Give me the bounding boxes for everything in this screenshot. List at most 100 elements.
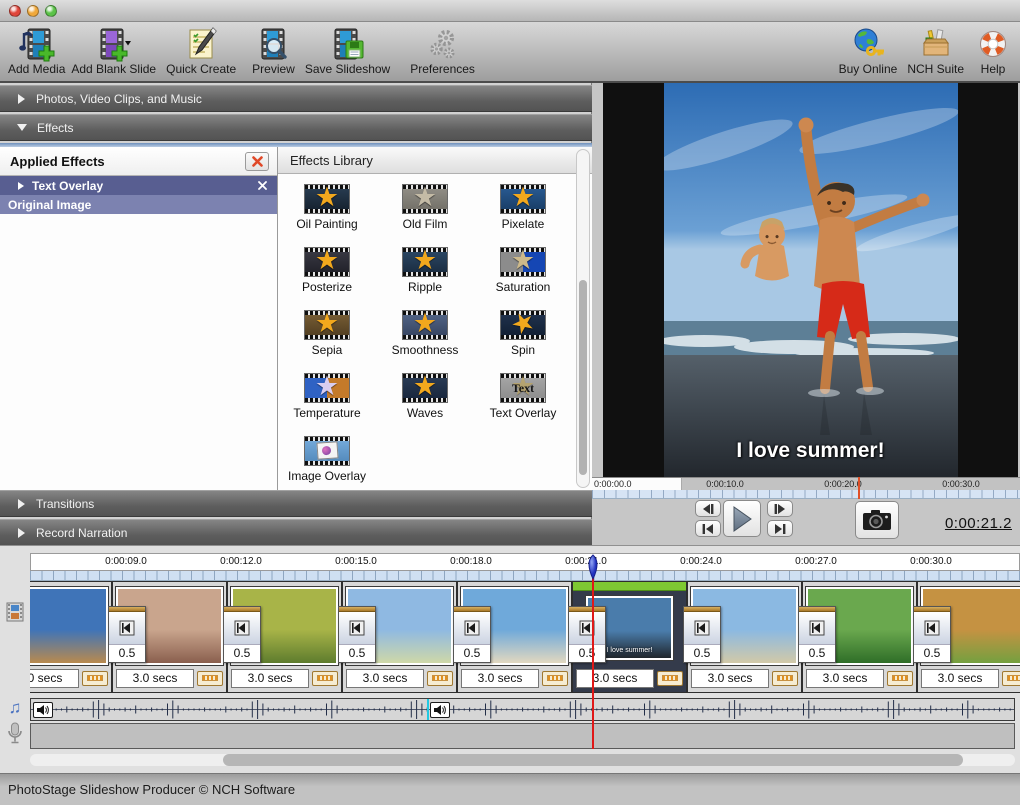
edit-duration-button[interactable] xyxy=(657,671,683,686)
slide-duration[interactable]: 3.0 secs xyxy=(30,669,79,688)
add-media-button[interactable]: Add Media xyxy=(8,25,65,76)
transition-4[interactable]: 0.5 xyxy=(453,606,491,663)
edit-duration-button[interactable] xyxy=(542,671,568,686)
transition-6[interactable]: 0.5 xyxy=(683,606,721,663)
help-button[interactable]: Help xyxy=(974,25,1012,76)
save-slideshow-button[interactable]: Save Slideshow xyxy=(305,25,390,76)
remove-effect-x-icon[interactable] xyxy=(258,179,267,193)
timeline-slide-1[interactable]: 3.0 secs xyxy=(30,581,112,693)
effect-ripple[interactable]: ★Ripple xyxy=(376,243,474,306)
section-transitions[interactable]: Transitions xyxy=(0,490,592,517)
transition-duration[interactable]: 0.5 xyxy=(684,644,720,661)
quick-create-button[interactable]: Quick Create xyxy=(166,25,236,76)
snapshot-button[interactable] xyxy=(855,501,899,539)
edit-duration-button[interactable] xyxy=(1002,671,1020,686)
edit-duration-button[interactable] xyxy=(887,671,913,686)
section-photos-video-music[interactable]: Photos, Video Clips, and Music xyxy=(0,85,592,112)
effect-pixelate[interactable]: ★Pixelate xyxy=(474,180,572,243)
next-frame-button[interactable] xyxy=(767,500,793,517)
buy-online-button[interactable]: Buy Online xyxy=(839,25,898,76)
effect-temperature[interactable]: ★Temperature xyxy=(278,369,376,432)
section-record-narration[interactable]: Record Narration xyxy=(0,519,592,546)
transition-duration[interactable]: 0.5 xyxy=(914,644,950,661)
transition-8[interactable]: 0.5 xyxy=(913,606,951,663)
toolbar-label: Help xyxy=(981,63,1006,76)
remove-all-effects-button[interactable] xyxy=(245,152,269,171)
transition-duration[interactable]: 0.5 xyxy=(569,644,605,661)
transition-duration[interactable]: 0.5 xyxy=(339,644,375,661)
transition-duration[interactable]: 0.5 xyxy=(109,644,145,661)
transition-7[interactable]: 0.5 xyxy=(798,606,836,663)
play-button[interactable] xyxy=(723,500,761,537)
slide-duration-row: 3.0 secs xyxy=(461,668,568,688)
audio-clip-volume-button[interactable] xyxy=(430,702,450,718)
timeline-ruler[interactable]: 0:00:09.00:00:12.00:00:15.00:00:18.00:00… xyxy=(30,553,1020,571)
audio-clip-volume-button[interactable] xyxy=(33,702,53,718)
scrollbar-thumb[interactable] xyxy=(579,280,587,475)
save-slideshow-icon xyxy=(329,25,367,63)
edit-duration-button[interactable] xyxy=(312,671,338,686)
scrollbar-thumb[interactable] xyxy=(223,754,963,766)
applied-effect-text-overlay[interactable]: Text Overlay xyxy=(0,176,277,195)
effects-library-header: Effects Library xyxy=(278,147,592,174)
star-icon: ★ xyxy=(305,246,349,274)
slide-duration[interactable]: 3.0 secs xyxy=(346,669,424,688)
effect-text-overlay[interactable]: ★TextText Overlay xyxy=(474,369,572,432)
timeline-area: 0:00:09.00:00:12.00:00:15.00:00:18.00:00… xyxy=(0,545,1020,773)
edit-duration-button[interactable] xyxy=(427,671,453,686)
timeline-scrollbar[interactable] xyxy=(30,754,1015,766)
go-to-end-button[interactable] xyxy=(767,520,793,537)
effect-saturation[interactable]: ★Saturation xyxy=(474,243,572,306)
slide-duration[interactable]: 3.0 secs xyxy=(231,669,309,688)
effect-spin[interactable]: ★Spin xyxy=(474,306,572,369)
transition-1[interactable]: 0.5 xyxy=(108,606,146,663)
effect-smoothness[interactable]: ★Smoothness xyxy=(376,306,474,369)
toolbar-label: Add Media xyxy=(8,63,65,76)
music-track[interactable] xyxy=(30,698,1015,721)
close-window-button[interactable] xyxy=(9,5,21,17)
transition-duration[interactable]: 0.5 xyxy=(454,644,490,661)
slides-track[interactable]: 3.0 secs 3.0 secs 3.0 secs 3.0 secs 3.0 secs… xyxy=(30,581,1020,693)
timeline-ruler-ticks[interactable] xyxy=(30,571,1020,581)
section-effects[interactable]: Effects xyxy=(0,114,592,141)
ruler-label: 0:00:18.0 xyxy=(450,556,492,567)
effect-waves[interactable]: ★Waves xyxy=(376,369,474,432)
previous-frame-button[interactable] xyxy=(695,500,721,517)
edit-duration-button[interactable] xyxy=(197,671,223,686)
go-to-start-button[interactable] xyxy=(695,520,721,537)
zoom-window-button[interactable] xyxy=(45,5,57,17)
preview-button[interactable]: Preview xyxy=(252,25,295,76)
applied-effect-original-image[interactable]: Original Image xyxy=(0,195,277,214)
toolbar-label: NCH Suite xyxy=(907,63,964,76)
effect-oil-painting[interactable]: ★Oil Painting xyxy=(278,180,376,243)
slide-duration[interactable]: 3.0 secs xyxy=(461,669,539,688)
edit-duration-button[interactable] xyxy=(82,671,108,686)
effect-posterize[interactable]: ★Posterize xyxy=(278,243,376,306)
preferences-button[interactable]: Preferences xyxy=(410,25,475,76)
narration-track[interactable] xyxy=(30,723,1015,749)
effects-library-scrollbar[interactable] xyxy=(576,149,590,488)
minimize-window-button[interactable] xyxy=(27,5,39,17)
effect-sepia[interactable]: ★Sepia xyxy=(278,306,376,369)
effect-old-film[interactable]: ★Old Film xyxy=(376,180,474,243)
preview-ruler-ticks[interactable] xyxy=(592,490,1020,499)
slide-duration[interactable]: 3.0 secs xyxy=(921,669,999,688)
slide-duration[interactable]: 3.0 secs xyxy=(806,669,884,688)
slide-duration[interactable]: 3.0 secs xyxy=(576,669,654,688)
transition-duration[interactable]: 0.5 xyxy=(224,644,260,661)
edit-duration-button[interactable] xyxy=(772,671,798,686)
transition-5[interactable]: 0.5 xyxy=(568,606,606,663)
slide-duration[interactable]: 3.0 secs xyxy=(691,669,769,688)
transition-2[interactable]: 0.5 xyxy=(223,606,261,663)
transition-3[interactable]: 0.5 xyxy=(338,606,376,663)
ruler-label: 0:00:15.0 xyxy=(335,556,377,567)
nch-suite-button[interactable]: NCH Suite xyxy=(907,25,964,76)
preview-seek-ruler[interactable]: 0:00:00.00:00:10.00:00:20.00:00:30.0 xyxy=(592,477,1020,490)
current-time-display[interactable]: 0:00:21.2 xyxy=(945,515,1012,532)
transition-duration[interactable]: 0.5 xyxy=(799,644,835,661)
ruler-label: 0:00:20.0 xyxy=(824,479,862,489)
playhead-marker[interactable] xyxy=(584,554,602,585)
add-blank-slide-button[interactable]: Add Blank Slide xyxy=(71,25,156,76)
slide-duration[interactable]: 3.0 secs xyxy=(116,669,194,688)
effect-image-overlay[interactable]: Image Overlay xyxy=(278,432,376,495)
